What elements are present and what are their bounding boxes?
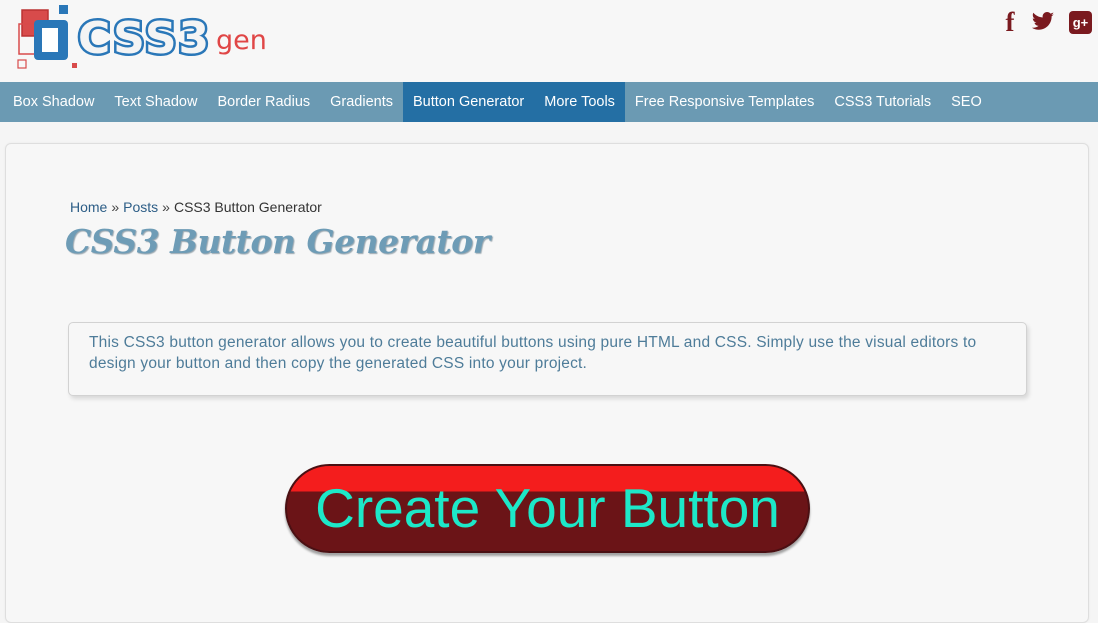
nav-item-gradients[interactable]: Gradients: [320, 82, 403, 122]
nav-item-box-shadow[interactable]: Box Shadow: [0, 82, 104, 122]
css3gen-logo[interactable]: CSS3 CSS3 gen: [16, 4, 316, 74]
twitter-icon[interactable]: [1031, 10, 1055, 34]
social-links: f g+: [1003, 7, 1092, 37]
breadcrumb-separator: »: [111, 199, 120, 215]
intro-box: This CSS3 button generator allows you to…: [68, 322, 1027, 396]
content-panel: Home» Posts» CSS3 Button Generator CSS3 Bu…: [5, 143, 1089, 623]
nav-item-more-tools[interactable]: More Tools: [534, 82, 625, 122]
nav-item-seo[interactable]: SEO: [941, 82, 992, 122]
create-your-button-preview[interactable]: Create Your Button: [285, 464, 810, 553]
breadcrumb-separator: »: [162, 199, 170, 215]
nav-item-button-generator[interactable]: Button Generator: [403, 82, 535, 122]
site-header: CSS3 CSS3 gen f g+: [0, 0, 1098, 82]
breadcrumb-posts-link[interactable]: Posts: [123, 199, 158, 215]
logo-text-suffix: gen: [216, 25, 267, 56]
logo-text-main-fill: CSS3: [78, 13, 211, 64]
google-plus-icon[interactable]: g+: [1069, 10, 1092, 34]
nav-item-css3-tutorials[interactable]: CSS3 Tutorials: [824, 82, 941, 122]
breadcrumb: Home» Posts» CSS3 Button Generator: [70, 199, 322, 215]
nav-item-free-responsive-templates[interactable]: Free Responsive Templates: [625, 82, 824, 122]
page-title: CSS3 Button Generator: [65, 222, 490, 261]
nav-item-text-shadow[interactable]: Text Shadow: [104, 82, 207, 122]
intro-text: This CSS3 button generator allows you to…: [89, 334, 977, 372]
breadcrumb-home-link[interactable]: Home: [70, 199, 107, 215]
breadcrumb-current: CSS3 Button Generator: [173, 199, 322, 215]
main-nav: Box Shadow Text Shadow Border Radius Gra…: [0, 82, 1098, 122]
nav-item-border-radius[interactable]: Border Radius: [207, 82, 320, 122]
facebook-icon[interactable]: f: [1003, 7, 1017, 37]
